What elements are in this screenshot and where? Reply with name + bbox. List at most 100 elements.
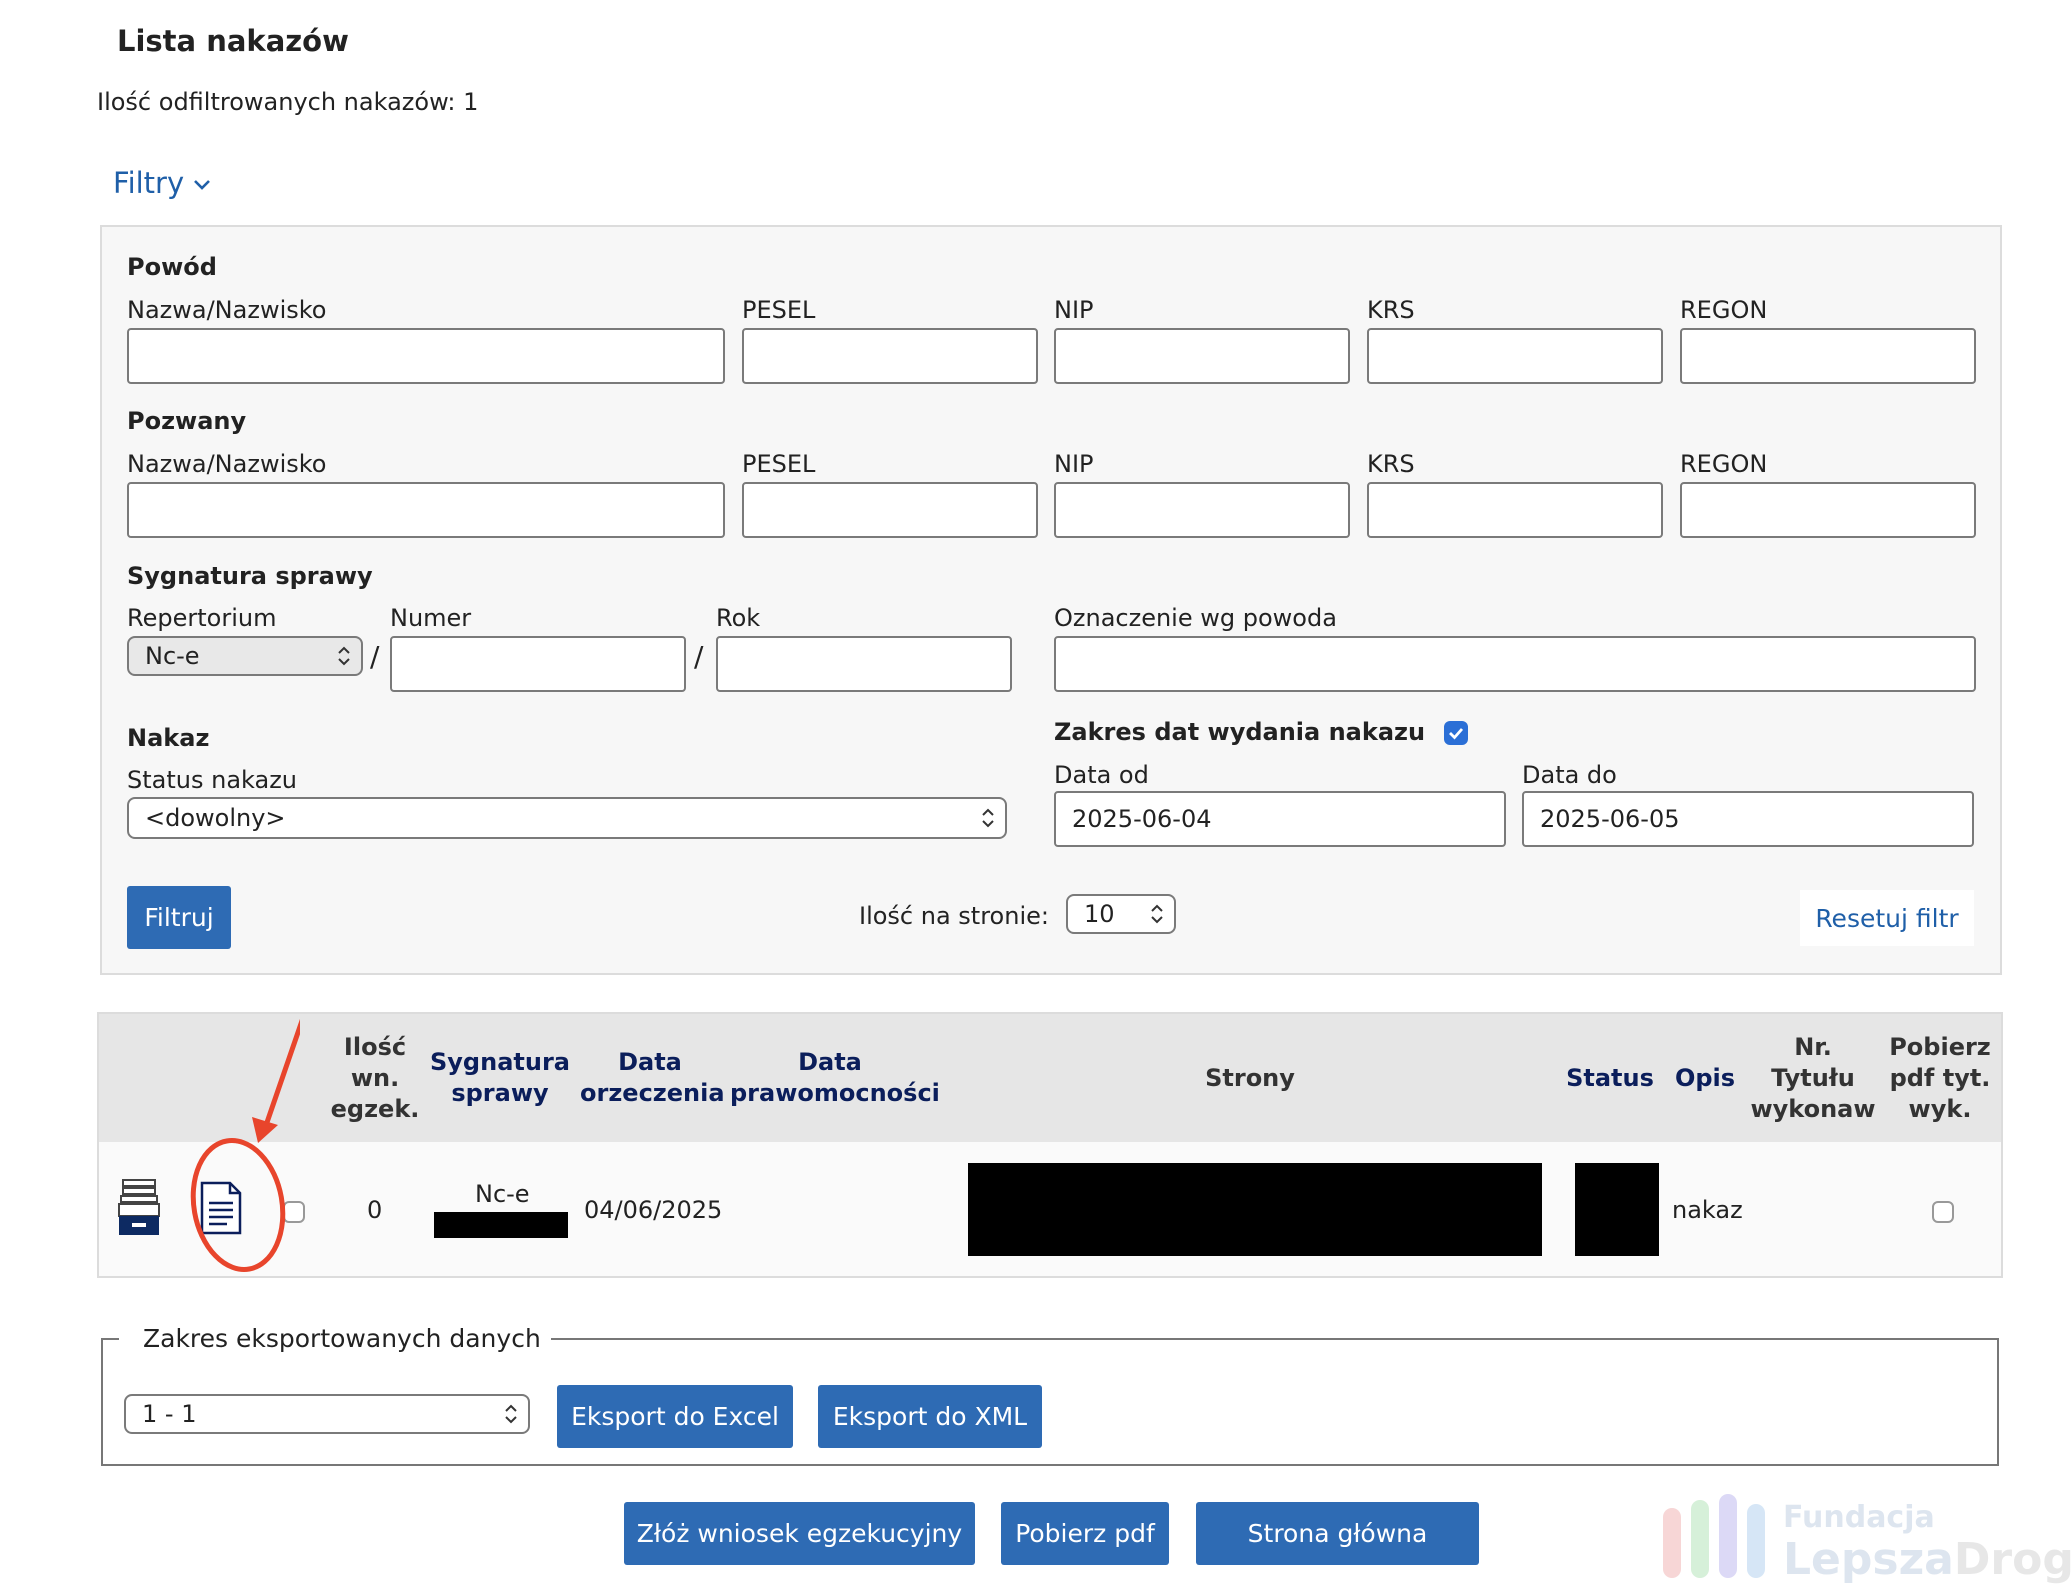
defendant-regon-input[interactable] bbox=[1680, 482, 1976, 538]
defendant-heading: Pozwany bbox=[127, 407, 247, 435]
cell-ruling-date: 04/06/2025 bbox=[584, 1196, 723, 1224]
case-signature-heading: Sygnatura sprawy bbox=[127, 562, 373, 590]
watermark-bars-icon bbox=[1663, 1494, 1765, 1578]
select-updown-icon bbox=[505, 1404, 517, 1424]
watermark-lepsza: Lepsza bbox=[1783, 1534, 1954, 1585]
plaintiff-regon-label: REGON bbox=[1680, 296, 1768, 324]
plaintiff-pesel-input[interactable] bbox=[742, 328, 1038, 384]
repertorium-label: Repertorium bbox=[127, 604, 277, 632]
date-range-heading: Zakres dat wydania nakazu bbox=[1054, 718, 1426, 746]
header-download-pdf: Pobierz pdf tyt. wyk. bbox=[1880, 1032, 2000, 1125]
date-range-checkbox[interactable] bbox=[1444, 721, 1468, 745]
cell-description: nakaz bbox=[1672, 1196, 1743, 1224]
per-page-label: Ilość na stronie: bbox=[859, 902, 1049, 930]
case-year-input[interactable] bbox=[716, 636, 1012, 692]
home-button[interactable]: Strona główna bbox=[1196, 1502, 1479, 1565]
header-line: Pobierz bbox=[1889, 1033, 1991, 1061]
header-line: wykonaw bbox=[1750, 1095, 1876, 1123]
chevron-down-icon bbox=[194, 180, 211, 190]
header-line: Ilość bbox=[343, 1033, 407, 1061]
plaintiff-krs-label: KRS bbox=[1367, 296, 1415, 324]
per-page-select[interactable]: 10 bbox=[1066, 894, 1176, 934]
repertorium-select-value: Nc-e bbox=[145, 642, 200, 670]
defendant-krs-label: KRS bbox=[1367, 450, 1415, 478]
header-enforcement-count: Ilość wn. egzek. bbox=[325, 1032, 425, 1125]
header-parties: Strony bbox=[1205, 1064, 1295, 1092]
plaintiff-nip-label: NIP bbox=[1054, 296, 1094, 324]
plaintiff-nip-input[interactable] bbox=[1054, 328, 1350, 384]
filtered-count: Ilość odfiltrowanych nakazów: 1 bbox=[97, 88, 479, 116]
header-status[interactable]: Status bbox=[1560, 1063, 1660, 1094]
checkmark-icon bbox=[1449, 728, 1464, 740]
redacted-parties bbox=[968, 1163, 1542, 1256]
redacted-signature bbox=[434, 1212, 568, 1238]
enforcement-request-button[interactable]: Złóż wniosek egzekucyjny bbox=[624, 1502, 975, 1565]
plaintiff-regon-input[interactable] bbox=[1680, 328, 1976, 384]
date-from-input[interactable] bbox=[1054, 791, 1506, 847]
export-range-select[interactable]: 1 - 1 bbox=[124, 1394, 530, 1434]
cell-signature-prefix[interactable]: Nc-e bbox=[475, 1180, 530, 1208]
plaintiff-heading: Powód bbox=[127, 253, 217, 281]
export-legend: Zakres eksportowanych danych bbox=[133, 1324, 551, 1353]
date-to-input[interactable] bbox=[1522, 791, 1974, 847]
header-line: Sygnatura bbox=[430, 1048, 570, 1076]
export-excel-button[interactable]: Eksport do Excel bbox=[557, 1385, 793, 1448]
defendant-krs-input[interactable] bbox=[1367, 482, 1663, 538]
case-number-input[interactable] bbox=[390, 636, 686, 692]
export-range-select-value: 1 - 1 bbox=[142, 1400, 197, 1428]
plaintiff-mark-label: Oznaczenie wg powoda bbox=[1054, 604, 1337, 632]
defendant-nip-input[interactable] bbox=[1054, 482, 1350, 538]
archive-cabinet-icon[interactable] bbox=[117, 1178, 161, 1240]
year-label: Rok bbox=[716, 604, 761, 632]
repertorium-select[interactable]: Nc-e bbox=[127, 636, 363, 676]
signature-separator-2: / bbox=[694, 640, 704, 673]
header-line: orzeczenia bbox=[580, 1079, 725, 1107]
defendant-name-label: Nazwa/Nazwisko bbox=[127, 450, 327, 478]
plaintiff-name-label: Nazwa/Nazwisko bbox=[127, 296, 327, 324]
header-line: prawomocności bbox=[730, 1079, 940, 1107]
filters-toggle-label: Filtry bbox=[113, 166, 185, 200]
header-line: Tytułu bbox=[1771, 1064, 1855, 1092]
plaintiff-mark-input[interactable] bbox=[1054, 636, 1976, 692]
redacted-status bbox=[1575, 1163, 1659, 1256]
watermark-droga: Droga bbox=[1953, 1534, 2072, 1585]
plaintiff-krs-input[interactable] bbox=[1367, 328, 1663, 384]
per-page-select-value: 10 bbox=[1084, 900, 1115, 928]
download-pdf-button[interactable]: Pobierz pdf bbox=[1001, 1502, 1169, 1565]
reset-filter-link[interactable]: Resetuj filtr bbox=[1800, 890, 1974, 946]
header-finality-date[interactable]: Data prawomocności bbox=[730, 1047, 940, 1109]
page-title: Lista nakazów bbox=[117, 24, 349, 58]
order-status-label: Status nakazu bbox=[127, 766, 298, 794]
watermark-line2: LepszaDroga bbox=[1783, 1534, 2072, 1585]
header-line: pdf tyt. bbox=[1889, 1064, 1991, 1092]
defendant-pesel-input[interactable] bbox=[742, 482, 1038, 538]
defendant-nip-label: NIP bbox=[1054, 450, 1094, 478]
select-updown-icon bbox=[338, 646, 350, 666]
watermark-logo: Fundacja LepszaDroga bbox=[1655, 1490, 2072, 1585]
header-line: wn. bbox=[350, 1064, 400, 1092]
defendant-name-input[interactable] bbox=[127, 482, 725, 538]
plaintiff-pesel-label: PESEL bbox=[742, 296, 816, 324]
cell-enforcement-count: 0 bbox=[367, 1196, 383, 1224]
fieldset-border bbox=[526, 1338, 1999, 1340]
header-signature[interactable]: Sygnatura sprawy bbox=[430, 1047, 570, 1109]
annotation-arrow-circle bbox=[190, 1018, 300, 1272]
export-xml-button[interactable]: Eksport do XML bbox=[818, 1385, 1042, 1448]
date-to-label: Data do bbox=[1522, 761, 1617, 789]
order-heading: Nakaz bbox=[127, 724, 210, 752]
header-line: wyk. bbox=[1908, 1095, 1972, 1123]
header-line: Data bbox=[618, 1048, 682, 1076]
date-from-label: Data od bbox=[1054, 761, 1149, 789]
filters-toggle[interactable]: Filtry bbox=[113, 166, 212, 200]
header-ruling-date[interactable]: Data orzeczenia bbox=[580, 1047, 725, 1109]
watermark-line1: Fundacja bbox=[1783, 1500, 1935, 1535]
download-pdf-checkbox[interactable] bbox=[1932, 1201, 1954, 1223]
header-title-number: Nr. Tytułu wykonaw bbox=[1750, 1032, 1876, 1125]
filter-button[interactable]: Filtruj bbox=[127, 886, 231, 949]
header-description[interactable]: Opis bbox=[1665, 1063, 1745, 1094]
signature-separator-1: / bbox=[370, 640, 380, 673]
header-line: Data bbox=[798, 1048, 862, 1076]
number-label: Numer bbox=[390, 604, 472, 632]
order-status-select[interactable]: <dowolny> bbox=[127, 797, 1007, 839]
plaintiff-name-input[interactable] bbox=[127, 328, 725, 384]
